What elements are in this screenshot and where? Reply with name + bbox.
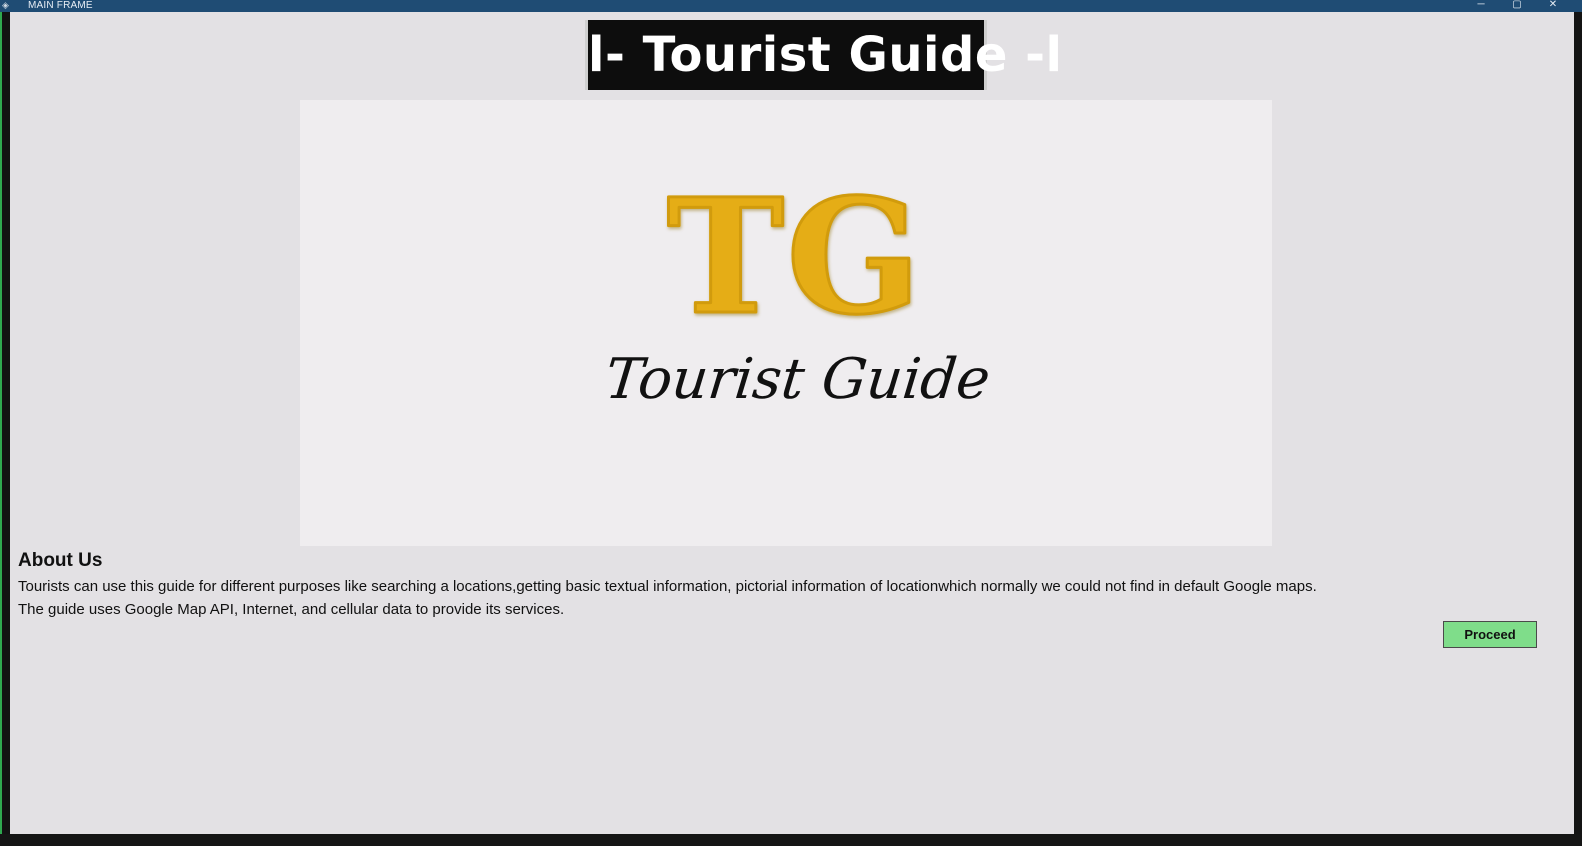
main-frame-content: l- Tourist Guide -l TG Tourist Guide Abo… [10, 12, 1574, 834]
header-banner: l- Tourist Guide -l [585, 20, 1063, 90]
window-title: MAIN FRAME [28, 0, 93, 11]
proceed-button[interactable]: Proceed [1443, 621, 1537, 648]
logo-image: TG Tourist Guide [300, 100, 1272, 546]
window-accent-border [0, 0, 2, 846]
about-heading: About Us [18, 550, 103, 571]
window-bottom-edge [0, 834, 1582, 846]
close-button[interactable]: ✕ [1540, 0, 1566, 12]
app-icon: ◈ [2, 0, 9, 10]
window-left-edge [0, 0, 10, 846]
minimize-button[interactable]: ─ [1468, 0, 1494, 12]
logo-subtitle: Tourist Guide [602, 347, 993, 412]
logo-tg-letters: TG [667, 165, 924, 350]
maximize-button[interactable]: ▢ [1504, 0, 1530, 12]
window-titlebar[interactable]: ◈ MAIN FRAME ─ ▢ ✕ [0, 0, 1582, 12]
tourist-guide-logo: TG Tourist Guide [602, 164, 993, 412]
page-title: l- Tourist Guide -l [588, 27, 1063, 83]
about-text-line-1: Tourists can use this guide for differen… [18, 578, 1317, 595]
about-text-line-2: The guide uses Google Map API, Internet,… [18, 601, 565, 618]
